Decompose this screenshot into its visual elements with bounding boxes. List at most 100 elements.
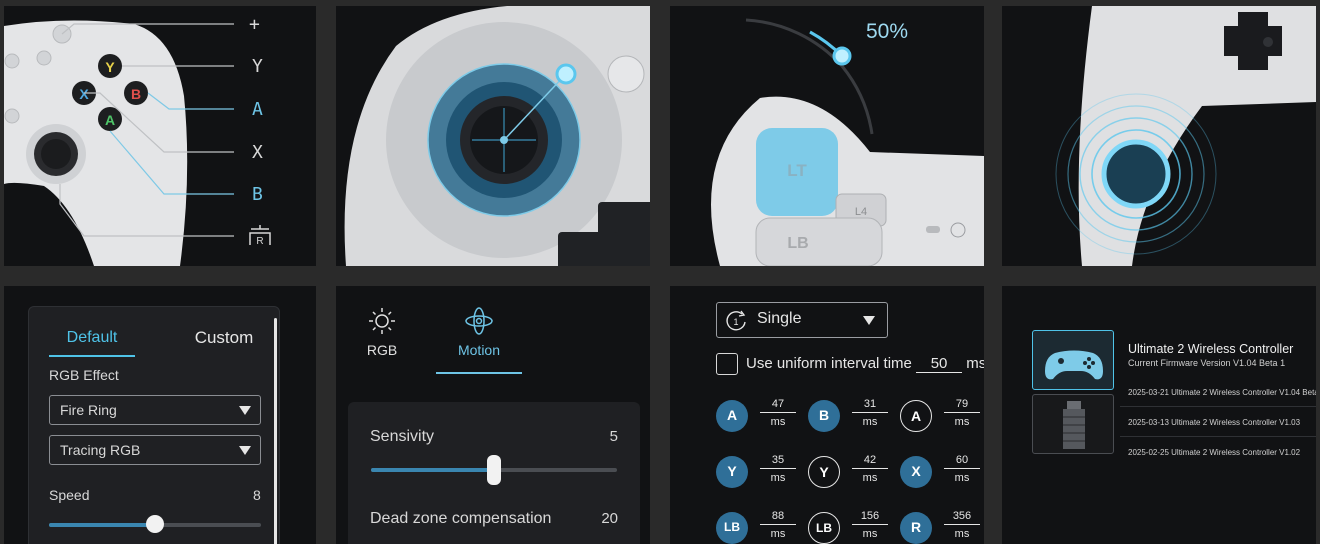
device-title: Ultimate 2 Wireless Controller xyxy=(1128,342,1294,356)
mapping-label-x: X xyxy=(252,142,263,163)
firmware-panel: Ultimate 2 Wireless Controller Current F… xyxy=(1002,286,1316,544)
macro-panel: 1 Single Use uniform interval time 50 ms… xyxy=(670,286,984,544)
sensitivity-label: Sensivity xyxy=(370,428,435,445)
stick-panel xyxy=(1002,6,1316,266)
lighting-panel: Default Custom RGB Effect Fire Ring Trac… xyxy=(4,286,316,544)
svg-text:X: X xyxy=(79,86,89,102)
firmware-history-item[interactable]: 2025-03-21 Ultimate 2 Wireless Controlle… xyxy=(1128,388,1316,397)
uniform-interval-value[interactable]: 50 xyxy=(916,355,963,373)
joystick-illustration xyxy=(344,6,650,266)
mapping-label-a: A xyxy=(252,99,263,120)
firmware-history-item[interactable]: 2025-03-13 Ultimate 2 Wireless Controlle… xyxy=(1128,418,1300,427)
svg-text:1: 1 xyxy=(733,317,738,327)
macro-interval[interactable]: 60 ms xyxy=(944,454,980,484)
repeat-icon: 1 xyxy=(726,310,746,331)
macro-interval[interactable]: 356 ms xyxy=(944,510,980,540)
scrollbar[interactable] xyxy=(274,318,277,544)
svg-text:Y: Y xyxy=(105,59,115,75)
rear-button-icon: R xyxy=(249,225,271,247)
mode-select[interactable]: Tracing RGB xyxy=(49,435,261,465)
macro-interval-unit: ms xyxy=(862,416,878,428)
macro-button-r[interactable]: R xyxy=(900,512,932,544)
svg-text:LT: LT xyxy=(787,161,807,180)
device-controller[interactable] xyxy=(1032,330,1114,390)
divider xyxy=(1120,406,1316,407)
macro-interval[interactable]: 156 ms xyxy=(852,510,888,540)
macro-interval-value: 88 xyxy=(760,510,796,525)
macro-interval-value: 47 xyxy=(760,398,796,413)
sensitivity-value: 5 xyxy=(609,428,618,445)
macro-interval-unit: ms xyxy=(770,528,786,540)
macro-button-y[interactable]: Y xyxy=(716,456,748,488)
uniform-interval-unit: ms xyxy=(966,355,984,372)
speed-label: Speed xyxy=(49,487,90,503)
sun-icon xyxy=(369,308,395,334)
macro-interval[interactable]: 47 ms xyxy=(760,398,796,428)
macro-interval[interactable]: 42 ms xyxy=(852,454,888,484)
plus-label: + xyxy=(249,14,260,35)
uniform-interval-label: Use uniform interval time 50 ms xyxy=(746,355,984,373)
macro-button-lb[interactable]: LB xyxy=(808,512,840,544)
macro-button-lb[interactable]: LB xyxy=(716,512,748,544)
macro-mode-select[interactable]: 1 Single xyxy=(716,302,888,338)
speed-slider-knob[interactable] xyxy=(146,515,164,533)
motion-card: Sensivity 5 Dead zone compensation 20 xyxy=(348,402,640,544)
macro-interval-unit: ms xyxy=(954,528,970,540)
tab-custom[interactable]: Custom xyxy=(179,323,269,357)
sensitivity-slider[interactable] xyxy=(371,455,617,485)
svg-text:L4: L4 xyxy=(855,206,867,218)
settings-panel: RGB Motion Sensivity 5 Dead zone compens… xyxy=(336,286,650,544)
macro-interval-value: 31 xyxy=(852,398,888,413)
macro-button-x[interactable]: X xyxy=(900,456,932,488)
deadzone-label: Dead zone compensation xyxy=(370,510,552,527)
speed-slider-fill xyxy=(49,523,155,527)
current-firmware: Current Firmware Version V1.04 Beta 1 xyxy=(1128,358,1286,368)
macro-interval-value: 79 xyxy=(944,398,980,413)
macro-button-b[interactable]: B xyxy=(808,400,840,432)
macro-interval[interactable]: 79 ms xyxy=(944,398,980,428)
macro-interval-unit: ms xyxy=(770,416,786,428)
gamepad-icon xyxy=(1045,350,1103,380)
effect-select[interactable]: Fire Ring xyxy=(49,395,261,425)
macro-interval[interactable]: 31 ms xyxy=(852,398,888,428)
macro-interval[interactable]: 88 ms xyxy=(760,510,796,540)
macro-interval-value: 156 xyxy=(852,510,888,525)
stick-illustration xyxy=(1055,6,1316,266)
button-mapping-panel: Y B X A + Y A X B R xyxy=(4,6,316,266)
macro-interval-unit: ms xyxy=(954,416,970,428)
macro-mode-value: Single xyxy=(757,310,802,327)
uniform-interval-checkbox[interactable] xyxy=(716,353,738,375)
macro-button-y[interactable]: Y xyxy=(808,456,840,488)
deadzone-value: 20 xyxy=(601,510,618,527)
macro-interval-unit: ms xyxy=(954,472,970,484)
svg-text:LB: LB xyxy=(787,235,808,252)
macro-interval-value: 356 xyxy=(944,510,980,525)
trigger-panel: LT L4 LB 50% xyxy=(670,6,984,266)
macro-interval-unit: ms xyxy=(862,528,878,540)
tab-rgb[interactable]: RGB xyxy=(360,306,404,358)
rgb-effect-label: RGB Effect xyxy=(49,367,119,383)
macro-button-a[interactable]: A xyxy=(716,400,748,432)
tab-motion-underline xyxy=(436,372,522,374)
sensitivity-slider-knob[interactable] xyxy=(487,455,501,485)
macro-interval[interactable]: 35 ms xyxy=(760,454,796,484)
macro-button-a[interactable]: A xyxy=(900,400,932,432)
mode-select-value: Tracing RGB xyxy=(60,442,141,458)
tab-motion[interactable]: Motion xyxy=(436,306,522,358)
speed-slider[interactable] xyxy=(49,515,261,533)
svg-text:B: B xyxy=(131,86,141,102)
caret-down-icon xyxy=(239,446,251,455)
device-receiver[interactable] xyxy=(1032,394,1114,454)
tab-default[interactable]: Default xyxy=(49,323,135,357)
mapping-label-b: B xyxy=(252,184,263,205)
caret-down-icon xyxy=(239,406,251,415)
macro-interval-value: 35 xyxy=(760,454,796,469)
lighting-tabs: Default Custom xyxy=(49,323,269,357)
trigger-illustration: LT L4 LB xyxy=(711,18,984,266)
svg-text:R: R xyxy=(256,236,263,246)
joystick-panel xyxy=(336,6,650,266)
firmware-history-item[interactable]: 2025-02-25 Ultimate 2 Wireless Controlle… xyxy=(1128,448,1300,457)
mapping-label-y: Y xyxy=(252,56,263,77)
macro-interval-value: 60 xyxy=(944,454,980,469)
caret-down-icon xyxy=(863,316,875,325)
